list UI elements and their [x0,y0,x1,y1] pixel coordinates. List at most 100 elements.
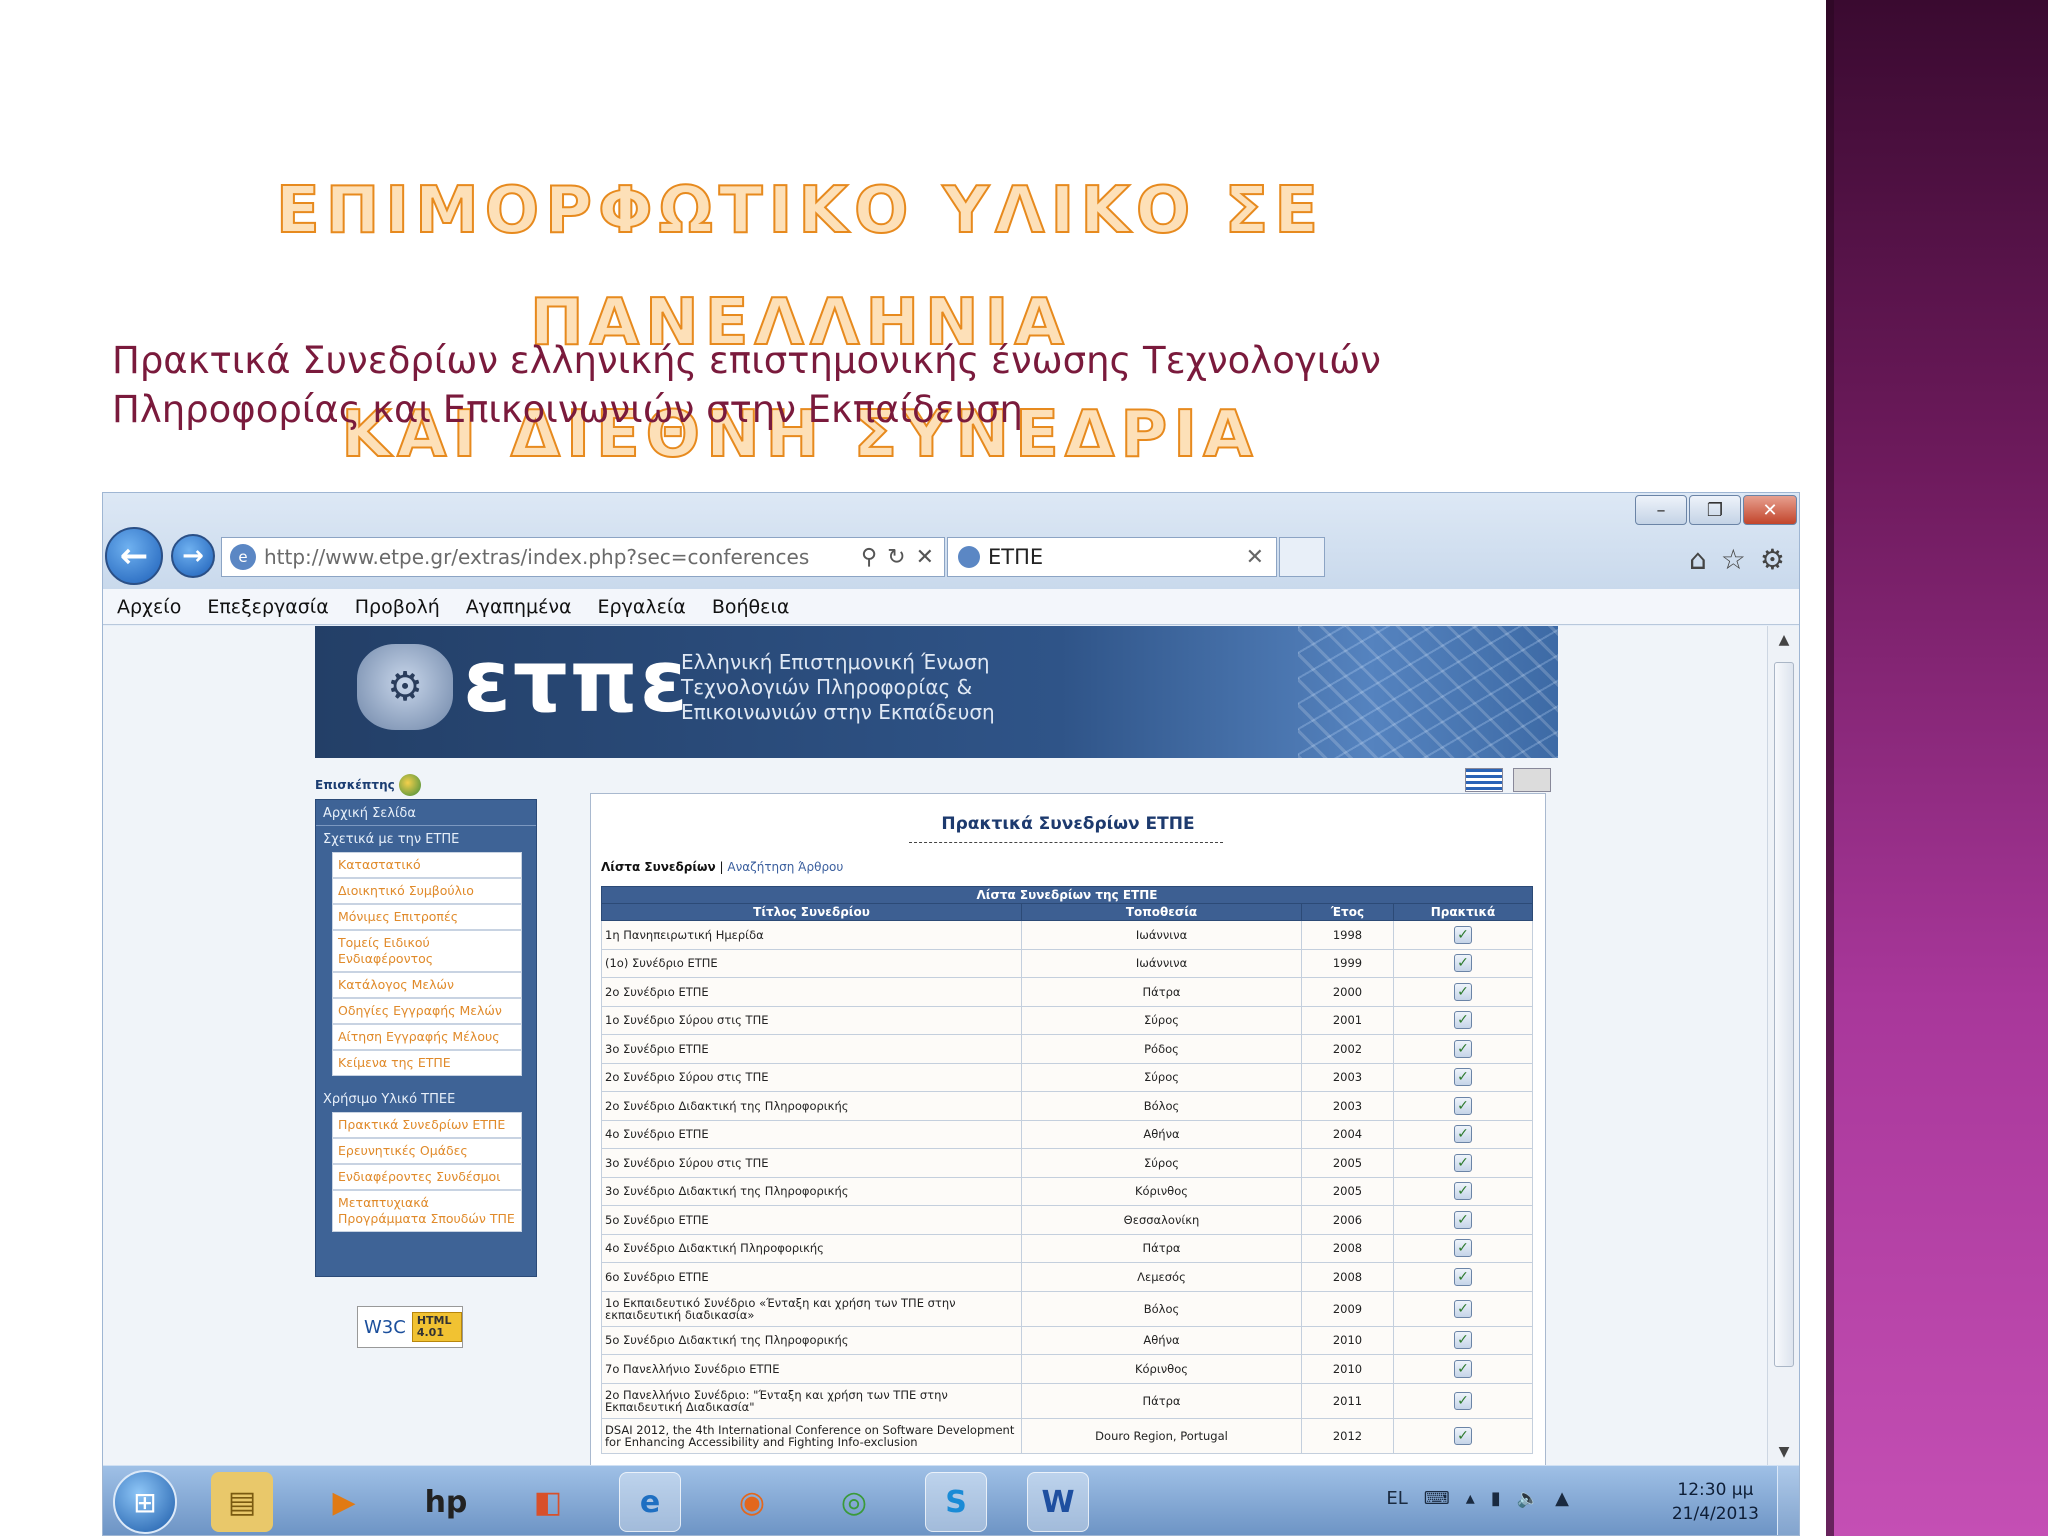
tagline-line2: Τεχνολογιών Πληροφορίας & [681,675,973,699]
cell-title: 1η Πανηπειρωτική Ημερίδα [601,920,1022,950]
skype-icon[interactable]: S [925,1472,987,1532]
table-row: 3ο Συνέδριο Διδακτική της Πληροφορικής Κό… [601,1176,1533,1206]
proceedings-link-icon[interactable]: ✓ [1454,1011,1472,1030]
keyboard-icon[interactable]: ⌨ [1424,1488,1450,1509]
cell-proceedings: ✓ [1393,1325,1533,1355]
sidebar-item-home[interactable]: Αρχική Σελίδα [316,800,536,826]
menu-help[interactable]: Βοήθεια [712,596,790,618]
cell-proceedings: ✓ [1393,1233,1533,1263]
sidebar-item-members[interactable]: Κατάλογος Μελών [332,972,522,998]
sidebar-item-statute[interactable]: Καταστατικό [332,852,522,878]
proceedings-link-icon[interactable]: ✓ [1454,1331,1472,1350]
tray-expand-icon[interactable]: ▴ [1466,1488,1475,1509]
english-flag-icon[interactable] [1513,768,1551,792]
proceedings-link-icon[interactable]: ✓ [1454,1239,1472,1258]
menu-view[interactable]: Προβολή [355,596,440,618]
chrome-icon[interactable]: ◎ [823,1472,885,1532]
sidebar-item-research-groups[interactable]: Ερευνητικές Ομάδες [332,1138,522,1164]
table-row: 3ο Συνέδριο Σύρου στις ΤΠΕ Σύρος 2005 ✓ [601,1148,1533,1178]
proceedings-link-icon[interactable]: ✓ [1454,1096,1472,1115]
tab-close-icon[interactable]: ✕ [1246,545,1276,570]
minimize-button[interactable]: – [1635,495,1687,525]
language-indicator[interactable]: EL [1386,1488,1407,1509]
tab-etpe[interactable]: ΕΤΠΕ ✕ [947,537,1277,577]
sidebar-item-proceedings[interactable]: Πρακτικά Συνεδρίων ΕΤΠΕ [332,1112,522,1138]
network-icon[interactable]: ▲ [1555,1488,1569,1509]
sidebar-item-interest-areas[interactable]: Τομείς Ειδικού Ενδιαφέροντος [332,930,522,972]
menu-edit[interactable]: Επεξεργασία [207,596,328,618]
cell-proceedings: ✓ [1393,977,1533,1007]
new-tab-button[interactable] [1279,537,1325,577]
sidebar-item-board[interactable]: Διοικητικό Συμβούλιο [332,878,522,904]
proceedings-link-icon[interactable]: ✓ [1454,954,1472,973]
internet-explorer-icon[interactable]: e [619,1472,681,1532]
vertical-scrollbar[interactable]: ▲ ▼ [1767,626,1799,1466]
proceedings-link-icon[interactable]: ✓ [1454,1153,1472,1172]
w3c-validator-badge[interactable]: W3C HTML 4.01 [357,1306,463,1348]
search-icon[interactable]: ⚲ [861,545,877,570]
conference-list-link[interactable]: Λίστα Συνεδρίων [601,860,716,874]
proceedings-link-icon[interactable]: ✓ [1454,1039,1472,1058]
address-bar[interactable]: e http://www.etpe.gr/extras/index.php?se… [221,537,945,577]
sidebar-item-links[interactable]: Ενδιαφέροντες Συνδέσμοι [332,1164,522,1190]
proceedings-link-icon[interactable]: ✓ [1454,925,1472,944]
cell-year: 2001 [1301,1005,1394,1035]
file-explorer-icon[interactable]: ▤ [211,1472,273,1532]
proceedings-link-icon[interactable]: ✓ [1454,1068,1472,1087]
battery-icon[interactable]: ▮ [1491,1488,1501,1509]
proceedings-link-icon[interactable]: ✓ [1454,1391,1472,1410]
proceedings-link-icon[interactable]: ✓ [1454,1125,1472,1144]
volume-icon[interactable]: 🔈 [1517,1488,1539,1509]
office-icon[interactable]: ◧ [517,1472,579,1532]
proceedings-link-icon[interactable]: ✓ [1454,1182,1472,1201]
close-window-button[interactable]: ✕ [1743,495,1797,525]
scroll-down-icon[interactable]: ▼ [1768,1438,1799,1466]
menu-file[interactable]: Αρχείο [117,596,181,618]
language-flags [1465,768,1551,792]
refresh-icon[interactable]: ↻ [887,545,905,570]
home-icon[interactable]: ⌂ [1689,543,1707,576]
sidebar-item-registration-guide[interactable]: Οδηγίες Εγγραφής Μελών [332,998,522,1024]
settings-icon[interactable]: ⚙ [1760,543,1785,576]
proceedings-link-icon[interactable]: ✓ [1454,1299,1472,1318]
column-header-proceedings: Πρακτικά [1393,903,1533,921]
article-search-link[interactable]: Αναζήτηση Άρθρου [727,860,843,874]
sidebar-header-about[interactable]: Σχετικά με την ΕΤΠΕ [316,826,536,852]
proceedings-link-icon[interactable]: ✓ [1454,1210,1472,1229]
stop-icon[interactable]: ✕ [916,545,934,570]
favorites-icon[interactable]: ☆ [1721,543,1746,576]
sidebar-header-material[interactable]: Χρήσιμο Υλικό ΤΠΕΕ [316,1086,536,1112]
scroll-thumb[interactable] [1774,662,1794,1367]
windows-taskbar: ⊞ ▤ ▶ hp ◧ e ◉ ◎ S W EL ⌨ ▴ ▮ 🔈 ▲ 12:30 … [103,1465,1799,1535]
restore-button[interactable]: ❐ [1689,495,1741,525]
firefox-icon[interactable]: ◉ [721,1472,783,1532]
proceedings-link-icon[interactable]: ✓ [1454,1267,1472,1286]
back-icon[interactable]: ← [105,527,163,585]
sidebar-item-registration-form[interactable]: Αίτηση Εγγραφής Μέλους [332,1024,522,1050]
page-viewport: ⚙ ετπε Ελληνική Επιστημονική Ένωση Τεχνο… [103,626,1769,1473]
menu-tools[interactable]: Εργαλεία [598,596,686,618]
sidebar-item-postgraduate[interactable]: Μεταπτυχιακά Προγράμματα Σπουδών ΤΠΕ [332,1190,522,1232]
cell-proceedings: ✓ [1393,1119,1533,1149]
table-row: 5ο Συνέδριο ΕΤΠΕ Θεσσαλονίκη 2006 ✓ [601,1205,1533,1235]
start-button[interactable]: ⊞ [113,1470,177,1534]
hp-icon[interactable]: hp [415,1472,477,1532]
media-player-icon[interactable]: ▶ [313,1472,375,1532]
word-icon[interactable]: W [1027,1472,1089,1532]
sidebar-item-documents[interactable]: Κείμενα της ΕΤΠΕ [332,1050,522,1076]
proceedings-link-icon[interactable]: ✓ [1454,1359,1472,1378]
table-row: DSAI 2012, the 4th International Confere… [601,1417,1533,1454]
cell-place: Θεσσαλονίκη [1021,1205,1302,1235]
greek-flag-icon[interactable] [1465,768,1503,792]
sidebar-item-committees[interactable]: Μόνιμες Επιτροπές [332,904,522,930]
scroll-up-icon[interactable]: ▲ [1768,626,1799,654]
site-banner: ⚙ ετπε Ελληνική Επιστημονική Ένωση Τεχνο… [315,626,1558,758]
proceedings-link-icon[interactable]: ✓ [1454,1426,1472,1445]
proceedings-link-icon[interactable]: ✓ [1454,982,1472,1001]
forward-icon[interactable]: → [171,534,215,578]
show-desktop-button[interactable] [1777,1466,1799,1535]
clock[interactable]: 12:30 μμ 21/4/2013 [1672,1478,1759,1526]
menu-favorites[interactable]: Αγαπημένα [466,596,572,618]
cell-year: 2011 [1301,1382,1394,1419]
cell-year: 1998 [1301,920,1394,950]
